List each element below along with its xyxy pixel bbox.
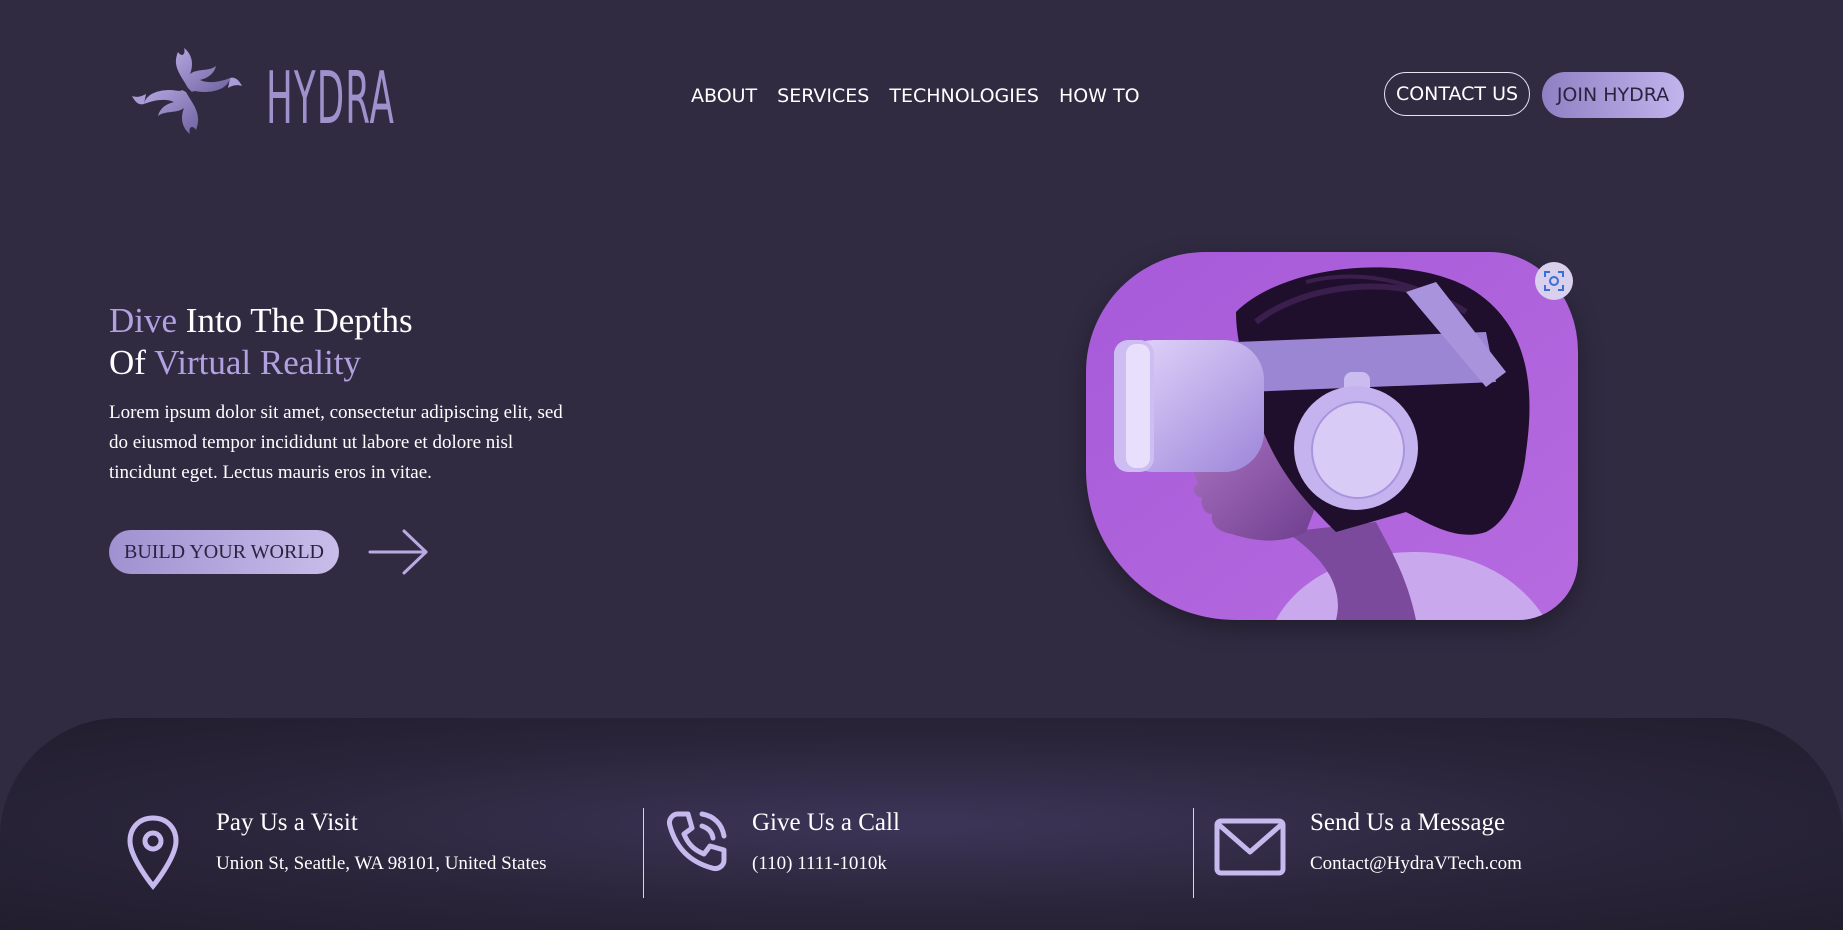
message-email[interactable]: Contact@HydraVTech.com	[1310, 852, 1522, 876]
visit-title: Pay Us a Visit	[216, 809, 358, 836]
hero-title-accent-vr: Virtual Reality	[154, 343, 361, 382]
hero-title-line-2: Of Virtual Reality	[109, 342, 413, 384]
contact-us-button[interactable]: CONTACT US	[1384, 72, 1530, 116]
location-pin-icon	[127, 815, 179, 890]
message-title: Send Us a Message	[1310, 809, 1506, 836]
phone-icon	[667, 811, 727, 871]
scan-icon	[1544, 271, 1564, 291]
brand-name: HYDRA	[266, 56, 396, 140]
hero-description: Lorem ipsum dolor sit amet, consectetur …	[109, 402, 563, 483]
contact-divider-2	[1193, 808, 1194, 898]
arrow-right-icon[interactable]	[368, 528, 430, 576]
build-your-world-button[interactable]: BUILD YOUR WORLD	[109, 530, 339, 574]
nav-item-services[interactable]: SERVICES	[777, 82, 869, 110]
hero-title: Dive Into The Depths Of Virtual Reality	[109, 300, 413, 384]
contact-divider-1	[643, 808, 644, 898]
hero-title-start-2: Of	[109, 343, 155, 382]
hero-vr-image	[1086, 252, 1578, 620]
nav-item-how-to[interactable]: HOW TO	[1059, 82, 1140, 110]
visit-address: Union St, Seattle, WA 98101, United Stat…	[216, 853, 547, 874]
vr-headset-person-image	[1086, 252, 1578, 620]
join-hydra-button[interactable]: JOIN HYDRA	[1542, 72, 1684, 118]
hero-title-rest-1: Into The Depths	[177, 301, 413, 340]
nav-item-about[interactable]: ABOUT	[691, 82, 757, 110]
scan-icon-button[interactable]	[1535, 262, 1573, 300]
hero-title-accent-dive: Dive	[109, 301, 178, 340]
hydra-logo-icon	[132, 48, 242, 134]
hero-title-line-1: Dive Into The Depths	[109, 300, 413, 342]
brand-logo[interactable]: HYDRA	[128, 44, 394, 140]
contact-band: Pay Us a Visit Union St, Seattle, WA 981…	[0, 718, 1843, 930]
call-title: Give Us a Call	[752, 809, 900, 836]
main-nav: ABOUT SERVICES TECHNOLOGIES HOW TO	[691, 82, 1140, 110]
mail-icon	[1214, 818, 1286, 876]
nav-item-technologies[interactable]: TECHNOLOGIES	[889, 82, 1039, 110]
call-phone-number[interactable]: (110) 1111-1010k	[752, 852, 887, 876]
